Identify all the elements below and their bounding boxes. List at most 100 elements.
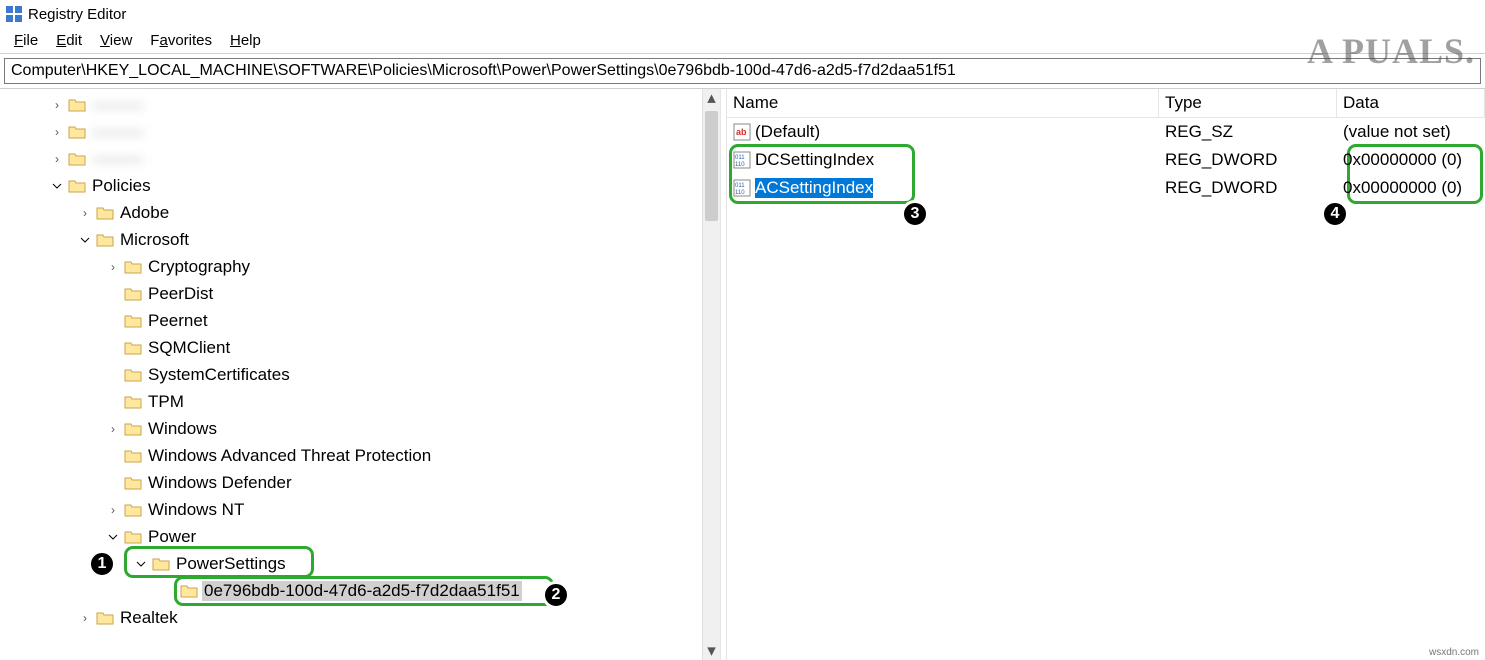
splitter[interactable] (720, 89, 727, 660)
address-bar[interactable]: Computer\HKEY_LOCAL_MACHINE\SOFTWARE\Pol… (4, 58, 1481, 84)
annotation-badge-3: 3 (901, 200, 929, 228)
folder-icon (124, 529, 142, 545)
expand-icon[interactable]: › (50, 125, 64, 139)
value-type: REG_DWORD (1159, 150, 1337, 170)
scrollbar-up-icon[interactable]: ▴ (703, 89, 720, 107)
folder-icon (124, 421, 142, 437)
folder-icon (124, 286, 142, 302)
column-name[interactable]: Name (727, 89, 1159, 117)
collapse-icon[interactable] (50, 181, 64, 191)
folder-icon (124, 448, 142, 464)
column-type[interactable]: Type (1159, 89, 1337, 117)
expand-icon[interactable]: › (106, 260, 120, 274)
folder-icon (124, 340, 142, 356)
tree-item-peerdist[interactable]: PeerDist (146, 284, 215, 304)
scrollbar-track[interactable] (703, 107, 720, 642)
regedit-icon (6, 6, 22, 22)
menu-view[interactable]: View (92, 30, 140, 51)
values-body: ab (Default) REG_SZ (value not set) 0111… (727, 118, 1485, 202)
values-header: Name Type Data (727, 89, 1485, 118)
expand-icon[interactable]: › (78, 206, 92, 220)
collapse-icon[interactable] (134, 559, 148, 569)
tree-item-tpm[interactable]: TPM (146, 392, 186, 412)
annotation-badge-4: 4 (1321, 200, 1349, 228)
main-pane: › ——— › ——— › ——— Policies › Adobe Microsoft… (0, 88, 1485, 660)
menu-file[interactable]: File (6, 30, 46, 51)
svg-text:011: 011 (735, 183, 745, 189)
tree-item-peernet[interactable]: Peernet (146, 311, 210, 331)
annotation-badge-1: 1 (88, 550, 116, 578)
tree-item[interactable]: ——— (90, 122, 145, 142)
tree-item[interactable]: ——— (90, 95, 145, 115)
value-row[interactable]: 011110 DCSettingIndex REG_DWORD 0x000000… (727, 146, 1485, 174)
regdword-icon: 011110 (733, 179, 751, 197)
folder-icon (180, 583, 198, 599)
value-type: REG_SZ (1159, 122, 1337, 142)
menu-help[interactable]: Help (222, 30, 269, 51)
menu-favorites[interactable]: Favorites (142, 30, 220, 51)
folder-icon (96, 610, 114, 626)
expand-icon[interactable]: › (78, 611, 92, 625)
svg-text:011: 011 (735, 155, 745, 161)
scrollbar-thumb[interactable] (705, 111, 718, 221)
tree-item-adobe[interactable]: Adobe (118, 203, 171, 223)
registry-editor-window: Registry Editor File Edit View Favorites… (0, 0, 1485, 660)
value-name: ACSettingIndex (755, 178, 873, 198)
scrollbar-down-icon[interactable]: ▾ (703, 642, 720, 660)
value-name: DCSettingIndex (755, 150, 874, 170)
values-pane[interactable]: Name Type Data ab (Default) REG_SZ (valu… (727, 89, 1485, 660)
folder-icon (124, 259, 142, 275)
tree-item-power[interactable]: Power (146, 527, 198, 547)
tree-pane[interactable]: › ——— › ——— › ——— Policies › Adobe Microsoft… (0, 89, 720, 660)
value-type: REG_DWORD (1159, 178, 1337, 198)
regsz-icon: ab (733, 123, 751, 141)
collapse-icon[interactable] (106, 532, 120, 542)
folder-icon (96, 205, 114, 221)
value-data: 0x00000000 (0) (1337, 178, 1485, 198)
tree-item-windows[interactable]: Windows (146, 419, 219, 439)
tree-item-windefender[interactable]: Windows Defender (146, 473, 294, 493)
tree-item-cryptography[interactable]: Cryptography (146, 257, 252, 277)
svg-text:110: 110 (735, 190, 745, 196)
folder-icon (124, 367, 142, 383)
tree-scrollbar[interactable]: ▴ ▾ (702, 89, 720, 660)
folder-icon (68, 97, 86, 113)
titlebar: Registry Editor (0, 0, 1485, 28)
tree-item-realtek[interactable]: Realtek (118, 608, 180, 628)
folder-icon (68, 151, 86, 167)
folder-icon (68, 124, 86, 140)
tree-item-winnt[interactable]: Windows NT (146, 500, 246, 520)
folder-icon (152, 556, 170, 572)
value-data: 0x00000000 (0) (1337, 150, 1485, 170)
tree-item-watp[interactable]: Windows Advanced Threat Protection (146, 446, 433, 466)
collapse-icon[interactable] (78, 235, 92, 245)
window-title: Registry Editor (28, 6, 126, 23)
folder-icon (124, 475, 142, 491)
regdword-icon: 011110 (733, 151, 751, 169)
folder-icon (124, 313, 142, 329)
value-name: (Default) (755, 122, 820, 142)
column-data[interactable]: Data (1337, 89, 1485, 117)
value-row[interactable]: 011110 ACSettingIndex REG_DWORD 0x000000… (727, 174, 1485, 202)
tree-item-guid[interactable]: 0e796bdb-100d-47d6-a2d5-f7d2daa51f51 (202, 581, 522, 601)
menubar: File Edit View Favorites Help (0, 28, 1485, 54)
tree-item-systemcertificates[interactable]: SystemCertificates (146, 365, 292, 385)
expand-icon[interactable]: › (50, 98, 64, 112)
folder-icon (96, 232, 114, 248)
tree-item-powersettings[interactable]: PowerSettings (174, 554, 288, 574)
tree-item-sqmclient[interactable]: SQMClient (146, 338, 232, 358)
svg-text:110: 110 (735, 162, 745, 168)
expand-icon[interactable]: › (106, 503, 120, 517)
folder-icon (68, 178, 86, 194)
menu-edit[interactable]: Edit (48, 30, 90, 51)
tree-item-microsoft[interactable]: Microsoft (118, 230, 191, 250)
tree-item-policies[interactable]: Policies (90, 176, 153, 196)
folder-icon (124, 502, 142, 518)
tree-item[interactable]: ——— (90, 149, 145, 169)
svg-text:ab: ab (736, 127, 747, 137)
expand-icon[interactable]: › (50, 152, 64, 166)
expand-icon[interactable]: › (106, 422, 120, 436)
value-data: (value not set) (1337, 122, 1485, 142)
value-row[interactable]: ab (Default) REG_SZ (value not set) (727, 118, 1485, 146)
folder-icon (124, 394, 142, 410)
